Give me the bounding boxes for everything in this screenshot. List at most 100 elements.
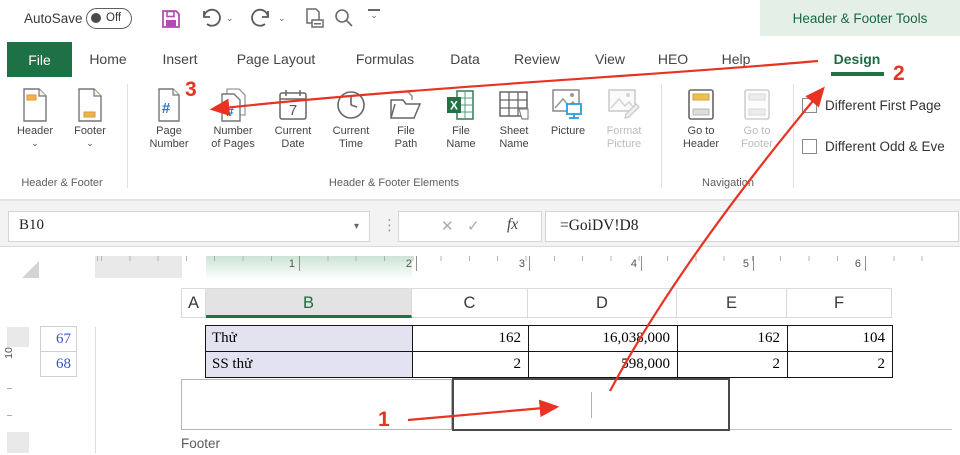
svg-text:#: #: [226, 103, 234, 119]
tab-page-layout[interactable]: Page Layout: [237, 41, 316, 77]
cell-c68[interactable]: 2: [413, 352, 529, 378]
footer-section-right-edge: [730, 429, 952, 430]
ruler-number: 4: [617, 258, 637, 270]
column-header-f[interactable]: F: [787, 288, 892, 318]
svg-text:7: 7: [289, 102, 297, 119]
cell-f68[interactable]: 2: [788, 352, 893, 378]
current-time-button[interactable]: Current Time: [323, 84, 379, 151]
button-label: Path: [395, 138, 418, 151]
footer-button[interactable]: Footer ⌄: [65, 84, 115, 147]
column-header-a[interactable]: A: [181, 288, 206, 318]
excel-window: AutoSave Off ⌄ ⌄: [0, 0, 960, 455]
header-button[interactable]: Header ⌄: [10, 84, 60, 147]
cell-d67[interactable]: 16,038,000: [529, 326, 678, 352]
cell-f67[interactable]: 104: [788, 326, 893, 352]
button-label: File: [452, 125, 470, 138]
different-odd-even-checkbox[interactable]: [802, 139, 817, 154]
button-label: Number: [149, 138, 188, 151]
tab-data[interactable]: Data: [450, 41, 480, 77]
go-to-header-button[interactable]: Go to Header: [674, 84, 728, 151]
undo-dropdown-icon[interactable]: ⌄: [226, 13, 234, 24]
group-label-navigation: Navigation: [702, 177, 754, 189]
redo-dropdown-icon[interactable]: ⌄: [278, 13, 286, 24]
cell-b67[interactable]: Thử: [206, 326, 413, 352]
tab-insert[interactable]: Insert: [162, 41, 197, 77]
file-path-icon: [388, 84, 424, 122]
number-of-pages-button[interactable]: # Number of Pages: [201, 84, 265, 151]
undo-icon[interactable]: [198, 7, 222, 31]
autosave-toggle[interactable]: Off: [86, 8, 132, 29]
tab-formulas[interactable]: Formulas: [356, 41, 414, 77]
print-preview-icon[interactable]: [302, 7, 326, 31]
column-header-b[interactable]: B: [206, 288, 412, 318]
cell-d68[interactable]: 598,000: [529, 352, 678, 378]
row-header-67[interactable]: 67: [40, 326, 77, 352]
redo-icon[interactable]: [250, 7, 274, 31]
button-label: Date: [281, 138, 304, 151]
group-separator: [127, 84, 128, 188]
vertical-ruler-number: 10: [3, 347, 15, 359]
button-label: Number: [213, 125, 252, 138]
cell-c67[interactable]: 162: [413, 326, 529, 352]
picture-button[interactable]: Picture: [542, 84, 594, 138]
cell-b68[interactable]: SS thử: [206, 352, 413, 378]
tab-heo[interactable]: HEO: [658, 41, 688, 77]
ruler-tick: [299, 256, 300, 271]
toggle-dot-icon: [91, 13, 101, 23]
ruler-tick: [7, 415, 12, 416]
tab-help[interactable]: Help: [722, 41, 751, 77]
column-header-c[interactable]: C: [412, 288, 528, 318]
chevron-down-icon: ⌄: [31, 139, 39, 147]
search-icon[interactable]: [333, 7, 357, 31]
go-to-header-icon: [686, 84, 716, 122]
formula-bar-dots-icon[interactable]: ⋮: [382, 216, 397, 234]
ruler-number: 5: [729, 258, 749, 270]
current-time-icon: [334, 84, 368, 122]
button-label: Picture: [551, 125, 585, 138]
ribbon: Header ⌄ Footer ⌄ Header & Footer # Page…: [0, 78, 960, 200]
format-picture-icon: [606, 84, 642, 122]
button-label: Header: [683, 138, 719, 151]
tab-home[interactable]: Home: [89, 41, 126, 77]
page-number-button[interactable]: # Page Number: [140, 84, 198, 151]
chevron-down-icon: ⌄: [86, 139, 94, 147]
sheet-name-icon: [497, 84, 531, 122]
insert-function-icon[interactable]: fx: [507, 216, 518, 234]
sheet-name-button[interactable]: Sheet Name: [489, 84, 539, 151]
formula-input[interactable]: =GoiDV!D8: [545, 211, 959, 242]
cell-e68[interactable]: 2: [678, 352, 788, 378]
column-header-e[interactable]: E: [677, 288, 787, 318]
page-corner-icon: [22, 261, 39, 278]
formula-controls: ✕ ✓ fx: [398, 211, 542, 242]
name-box-dropdown-icon[interactable]: ▾: [354, 221, 359, 232]
column-header-d[interactable]: D: [528, 288, 677, 318]
row-header-68[interactable]: 68: [40, 352, 77, 378]
customize-qat-icon[interactable]: ⌄: [366, 9, 382, 20]
page-number-icon: #: [155, 84, 183, 122]
file-path-button[interactable]: File Path: [382, 84, 430, 151]
button-label: File: [397, 125, 415, 138]
enter-icon[interactable]: ✓: [467, 217, 480, 235]
ruler-tick: [753, 256, 754, 271]
name-box[interactable]: B10 ▾: [8, 211, 370, 242]
formula-bar: B10 ▾ ⋮ ✕ ✓ fx =GoiDV!D8: [0, 200, 960, 247]
cancel-icon[interactable]: ✕: [441, 217, 454, 235]
tab-review[interactable]: Review: [514, 41, 560, 77]
footer-section-left[interactable]: [181, 379, 452, 430]
different-first-page-checkbox[interactable]: [802, 98, 817, 113]
current-date-button[interactable]: 7 Current Date: [265, 84, 321, 151]
tab-file[interactable]: File: [7, 42, 72, 77]
autosave-state: Off: [106, 12, 121, 24]
cell-e67[interactable]: 162: [678, 326, 788, 352]
save-icon[interactable]: [159, 7, 183, 31]
tab-view[interactable]: View: [595, 41, 625, 77]
ruler-tick: [416, 256, 417, 271]
file-name-button[interactable]: X File Name: [436, 84, 486, 151]
go-to-footer-button: Go to Footer: [731, 84, 783, 151]
current-date-icon: 7: [277, 84, 309, 122]
autosave-label: AutoSave: [24, 11, 83, 26]
button-label: Picture: [607, 138, 641, 151]
ruler-tick: [641, 256, 642, 271]
button-label: Time: [339, 138, 363, 151]
header-icon: [21, 84, 49, 122]
